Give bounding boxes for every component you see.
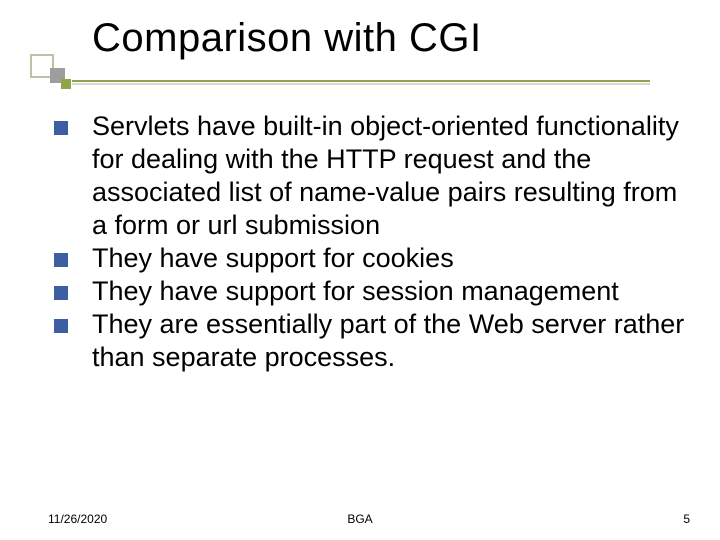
slide-body: Servlets have built-in object-oriented f… [48,110,690,374]
title-rule [72,80,650,82]
list-item: They have support for cookies [48,242,690,275]
slide-footer: 11/26/2020 BGA 5 [0,506,720,526]
slide: Comparison with CGI Servlets have built-… [0,0,720,540]
title-rule-shadow [72,83,650,85]
slide-title: Comparison with CGI [92,16,482,61]
footer-center: BGA [0,512,720,526]
footer-page-number: 5 [683,512,690,526]
title-area: Comparison with CGI [0,10,720,86]
bullet-icon [54,253,68,267]
bullet-text: They have support for session management [92,275,690,308]
list-item: Servlets have built-in object-oriented f… [48,110,690,242]
bullet-text: Servlets have built-in object-oriented f… [92,110,690,242]
title-decor [30,72,78,90]
bullet-text: They are essentially part of the Web ser… [92,308,690,374]
bullet-icon [54,286,68,300]
decor-square-green [61,79,71,89]
list-item: They are essentially part of the Web ser… [48,308,690,374]
bullet-icon [54,121,68,135]
bullet-icon [54,319,68,333]
list-item: They have support for session management [48,275,690,308]
bullet-text: They have support for cookies [92,242,690,275]
